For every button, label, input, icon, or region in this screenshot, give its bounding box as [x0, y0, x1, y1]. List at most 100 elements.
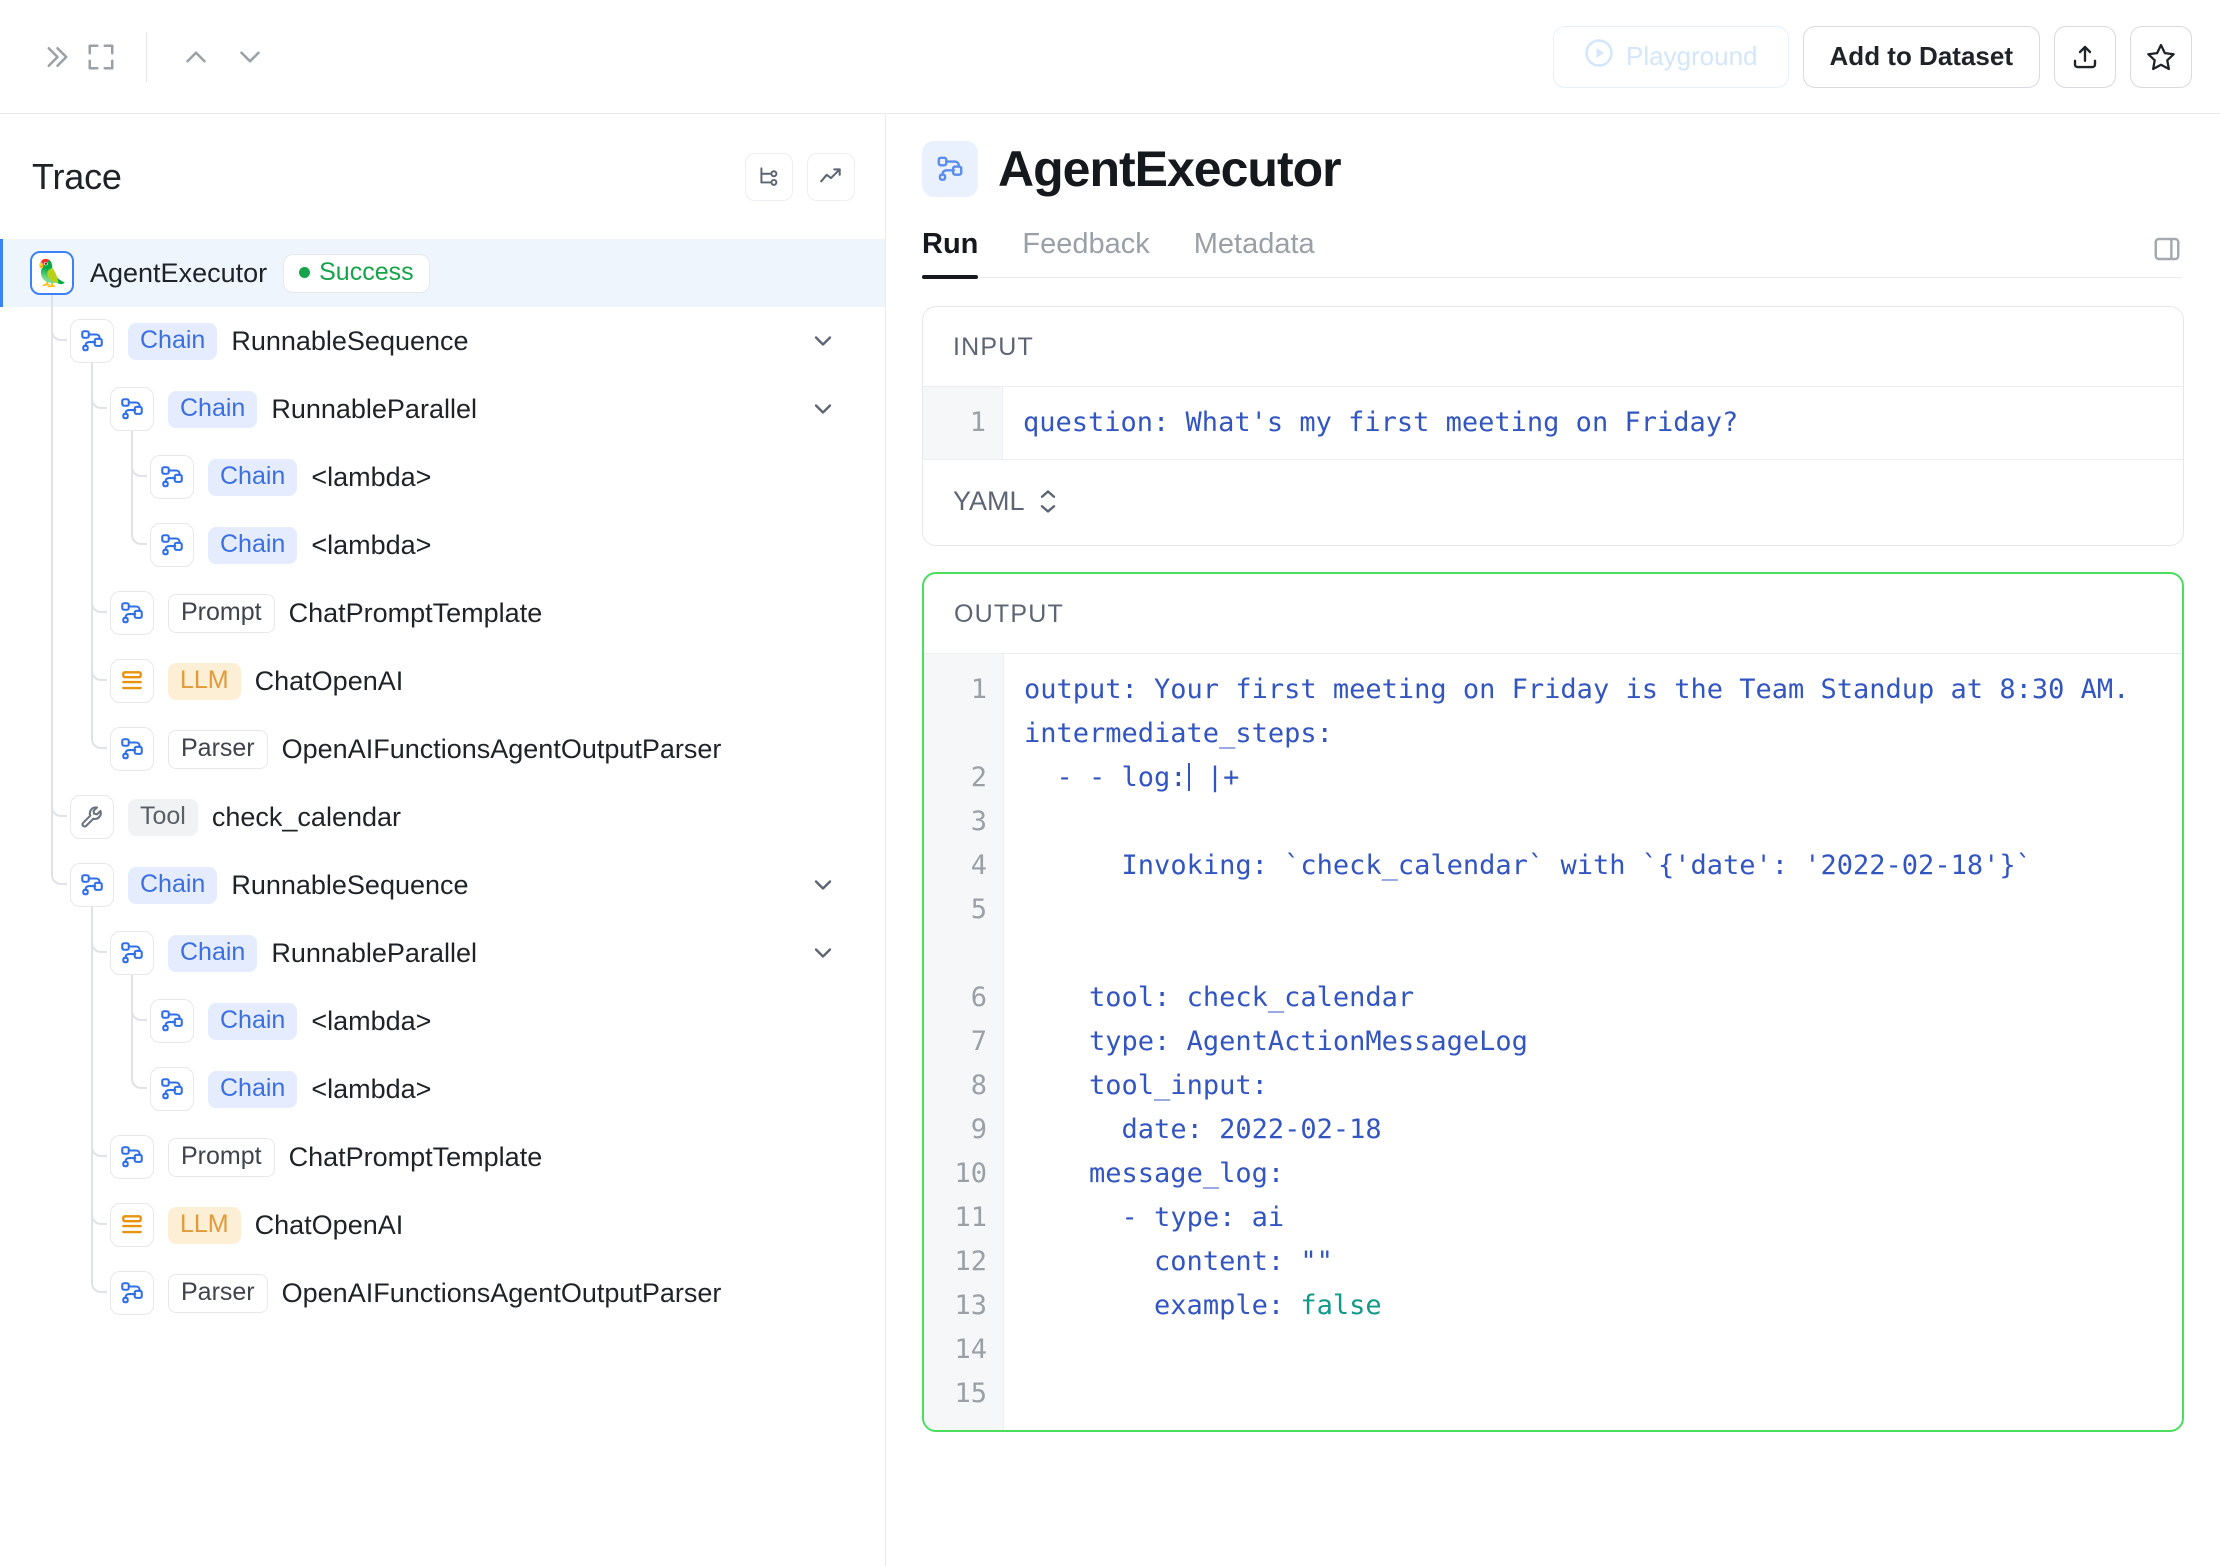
tree-node-chatopenai[interactable]: LLM ChatOpenAI	[0, 647, 885, 715]
node-type-badge: Prompt	[168, 1138, 275, 1177]
detail-title-row: AgentExecutor	[922, 140, 2182, 198]
status-label: Success	[319, 260, 413, 285]
add-to-dataset-button[interactable]: Add to Dataset	[1803, 26, 2040, 88]
chevron-up-icon[interactable]	[169, 34, 223, 80]
parrot-icon: 🦜	[30, 251, 74, 295]
input-code-text[interactable]: question: What's my first meeting on Fri…	[1003, 387, 2183, 459]
tree-node-lambda[interactable]: Chain <lambda>	[0, 443, 885, 511]
code-line	[1024, 800, 2156, 844]
tree-node-agentexecutor[interactable]: 🦜 AgentExecutor Success	[0, 239, 885, 307]
chevron-down-icon[interactable]	[809, 871, 837, 899]
tree-node-runnableparallel[interactable]: ChainRunnableParallel	[0, 375, 885, 443]
line-number: 11	[924, 1196, 987, 1240]
input-format-label: YAML	[953, 486, 1025, 517]
tab-run[interactable]: Run	[922, 228, 978, 277]
main-split: Trace 🦜AgentExecutorSuccessChainRunnable…	[0, 114, 2220, 1566]
node-label: OpenAIFunctionsAgentOutputParser	[282, 734, 722, 765]
line-number: 13	[924, 1284, 987, 1328]
output-code-block[interactable]: 123456789101112131415 output: Your first…	[924, 653, 2182, 1430]
chevron-down-icon[interactable]	[809, 327, 837, 355]
trace-panel: Trace 🦜AgentExecutorSuccessChainRunnable…	[0, 114, 886, 1566]
code-line: intermediate_steps:	[1024, 712, 2156, 756]
tab-feedback[interactable]: Feedback	[1022, 228, 1149, 277]
trending-up-icon[interactable]	[807, 153, 855, 201]
output-card: OUTPUT 123456789101112131415 output: You…	[922, 572, 2184, 1432]
share-upload-icon[interactable]	[2054, 26, 2116, 88]
line-number: 14	[924, 1328, 987, 1372]
output-code-text[interactable]: output: Your first meeting on Friday is …	[1004, 654, 2182, 1430]
node-type-badge: Chain	[208, 1003, 297, 1040]
node-label: ChatOpenAI	[255, 1210, 404, 1241]
code-line: date: 2022-02-18	[1024, 1108, 2156, 1152]
line-number: 3	[924, 800, 987, 844]
node-type-badge: Chain	[128, 323, 217, 360]
code-line	[1024, 888, 2156, 932]
chain-icon	[150, 455, 194, 499]
tree-node-checkcalendar[interactable]: Toolcheck_calendar	[0, 783, 885, 851]
hierarchy-icon[interactable]	[745, 153, 793, 201]
tab-metadata[interactable]: Metadata	[1194, 228, 1315, 277]
node-label: RunnableSequence	[231, 326, 468, 357]
code-line: example: false	[1024, 1284, 2156, 1328]
llm-icon	[110, 1203, 154, 1247]
line-number: 5	[924, 888, 987, 976]
line-number: 6	[924, 976, 987, 1020]
input-code-block[interactable]: 1 question: What's my first meeting on F…	[923, 386, 2183, 459]
code-line: tool: check_calendar	[1024, 976, 2156, 1020]
line-number: 2	[924, 756, 987, 800]
code-line: tool_input:	[1024, 1064, 2156, 1108]
detail-tabs: Run Feedback Metadata	[922, 228, 2182, 278]
tree-node-chatopenai[interactable]: LLMChatOpenAI	[0, 1191, 885, 1259]
chain-icon	[70, 319, 114, 363]
input-format-selector[interactable]: YAML	[923, 459, 2183, 545]
code-line: message_log:	[1024, 1152, 2156, 1196]
node-type-badge: Chain	[208, 459, 297, 496]
chevron-up-down-icon	[1039, 489, 1057, 514]
tree-node-runnablesequence[interactable]: Chain RunnableSequence	[0, 851, 885, 919]
node-label: ChatOpenAI	[255, 666, 404, 697]
node-label: <lambda>	[311, 1006, 431, 1037]
tree-node-lambda[interactable]: Chain <lambda>	[0, 987, 885, 1055]
playground-button[interactable]: Playground	[1553, 26, 1789, 88]
tree-node-openaifunctionsagentoutputparser[interactable]: ParserOpenAIFunctionsAgentOutputParser	[0, 715, 885, 783]
llm-icon	[110, 659, 154, 703]
chain-icon	[70, 863, 114, 907]
node-type-badge: Chain	[168, 935, 257, 972]
node-label: <lambda>	[311, 462, 431, 493]
line-number: 10	[924, 1152, 987, 1196]
expand-icon[interactable]	[78, 34, 124, 80]
line-number: 1	[923, 401, 986, 445]
chain-icon	[150, 523, 194, 567]
tree-node-chatprompttemplate[interactable]: PromptChatPromptTemplate	[0, 1123, 885, 1191]
chevron-down-icon[interactable]	[809, 395, 837, 423]
star-icon[interactable]	[2130, 26, 2192, 88]
tree-node-openaifunctionsagentoutputparser[interactable]: ParserOpenAIFunctionsAgentOutputParser	[0, 1259, 885, 1327]
node-label: ChatPromptTemplate	[289, 598, 543, 629]
tree-node-runnableparallel[interactable]: ChainRunnableParallel	[0, 919, 885, 987]
chevron-down-icon[interactable]	[223, 34, 277, 80]
tree-node-chatprompttemplate[interactable]: PromptChatPromptTemplate	[0, 579, 885, 647]
node-type-badge: Chain	[168, 391, 257, 428]
run-detail-panel: AgentExecutor RunFeedbackMetadata INPUT …	[886, 114, 2220, 1566]
chain-icon	[110, 1135, 154, 1179]
chevron-down-icon[interactable]	[809, 939, 837, 967]
line-number: 7	[924, 1020, 987, 1064]
node-type-badge: Parser	[168, 1274, 268, 1313]
code-line: content: ""	[1024, 1240, 2156, 1284]
line-number: 4	[924, 844, 987, 888]
status-badge: Success	[283, 254, 429, 293]
code-line: Invoking: `check_calendar` with `{'date'…	[1024, 844, 2156, 888]
node-label: RunnableSequence	[231, 870, 468, 901]
node-type-badge: Chain	[128, 867, 217, 904]
toolbar-actions: Playground Add to Dataset	[1553, 26, 2192, 88]
tree-node-runnablesequence[interactable]: Chain RunnableSequence	[0, 307, 885, 375]
tree-node-lambda[interactable]: Chain<lambda>	[0, 1055, 885, 1123]
chain-icon	[922, 141, 978, 197]
side-panel-icon[interactable]	[2152, 234, 2182, 264]
tree-node-lambda[interactable]: Chain<lambda>	[0, 511, 885, 579]
chevrons-right-icon[interactable]	[32, 34, 78, 80]
node-label: AgentExecutor	[90, 258, 267, 289]
page-title: AgentExecutor	[998, 140, 1341, 198]
code-line: type: AgentActionMessageLog	[1024, 1020, 2156, 1064]
node-type-badge: LLM	[168, 663, 241, 700]
